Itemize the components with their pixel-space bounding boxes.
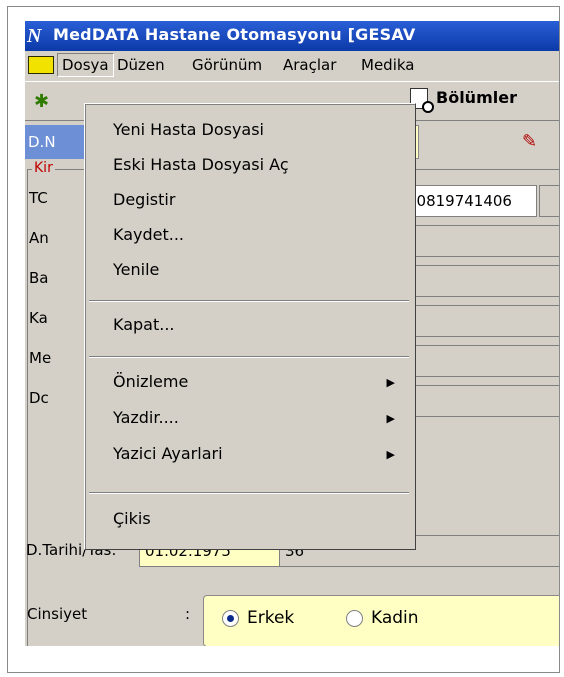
- app-logo-icon: N: [27, 25, 42, 47]
- tc-label: TC: [29, 189, 48, 207]
- radio-kadin[interactable]: Kadin: [346, 608, 419, 628]
- menu-item-kaydet[interactable]: Kaydet...: [113, 225, 184, 244]
- bolumler-button[interactable]: Bölümler: [410, 88, 517, 113]
- menu-duzen[interactable]: Düzen: [117, 56, 165, 74]
- menu-separator: [89, 300, 409, 302]
- app-window: N MedDATA Hastane Otomasyonu [GESAV Dosy…: [25, 21, 559, 646]
- row-label-ka: Ka: [29, 309, 48, 327]
- menu-dosya[interactable]: Dosya: [57, 53, 114, 77]
- menu-bar: Dosya Düzen Görünüm Araçlar Medika: [25, 52, 559, 78]
- tc-field[interactable]: 20819741406: [401, 185, 537, 217]
- title-bar: N MedDATA Hastane Otomasyonu [GESAV: [25, 21, 559, 51]
- menu-separator: [89, 356, 409, 358]
- menu-item-degistir[interactable]: Degistir: [113, 190, 175, 209]
- menu-medika[interactable]: Medika: [361, 56, 414, 74]
- new-record-icon[interactable]: ✱: [34, 91, 49, 112]
- tc-value: 20819741406: [407, 192, 512, 210]
- group-title: Kir: [32, 160, 55, 176]
- gender-radio-group: Erkek Kadin: [203, 595, 559, 646]
- submenu-arrow-icon: ▶: [386, 376, 395, 389]
- radio-erkek[interactable]: Erkek: [222, 608, 294, 628]
- menu-separator: [89, 492, 409, 494]
- row-field-an[interactable]: [401, 225, 559, 257]
- radio-selected-icon: [222, 609, 239, 627]
- bolumler-label: Bölümler: [436, 88, 517, 107]
- menu-item-onizleme[interactable]: Önizleme: [113, 372, 188, 391]
- radio-empty-icon: [346, 609, 363, 627]
- row-label-an: An: [29, 229, 49, 247]
- row-field-ba[interactable]: [401, 265, 559, 297]
- menu-item-cikis[interactable]: Çikis: [113, 509, 151, 528]
- radio-kadin-label: Kadin: [371, 608, 419, 628]
- menu-item-eski-hasta[interactable]: Eski Hasta Dosyasi Aç: [113, 155, 289, 174]
- menu-araclar[interactable]: Araçlar: [283, 56, 336, 74]
- window-title: MedDATA Hastane Otomasyonu [GESAV: [53, 25, 416, 44]
- radio-erkek-label: Erkek: [247, 608, 295, 628]
- menu-item-yazdir[interactable]: Yazdir....: [113, 408, 179, 427]
- gender-colon: :: [185, 605, 191, 623]
- menu-item-yazici-ayarlari[interactable]: Yazici Ayarlari: [113, 444, 223, 463]
- row-label-ba: Ba: [29, 269, 49, 287]
- menu-item-yeni-hasta[interactable]: Yeni Hasta Dosyasi: [113, 120, 264, 139]
- row-label-me: Me: [29, 349, 52, 367]
- system-menu-icon[interactable]: [28, 56, 54, 74]
- menu-item-kapat[interactable]: Kapat...: [113, 315, 175, 334]
- submenu-arrow-icon: ▶: [386, 448, 395, 461]
- row-field-ka[interactable]: [401, 305, 559, 337]
- submenu-arrow-icon: ▶: [386, 412, 395, 425]
- row-field-me[interactable]: [401, 345, 559, 377]
- screenshot-frame: N MedDATA Hastane Otomasyonu [GESAV Dosy…: [7, 6, 560, 673]
- menu-gorunum[interactable]: Görünüm: [192, 56, 262, 74]
- row-label-dc: Dc: [29, 389, 49, 407]
- search-tool-icon[interactable]: ✎: [522, 131, 537, 152]
- gender-label: Cinsiyet: [27, 605, 88, 623]
- dosya-no-label: D.N: [25, 125, 88, 159]
- dosya-dropdown-menu: Yeni Hasta Dosyasi Eski Hasta Dosyasi Aç…: [84, 103, 416, 550]
- menu-item-yenile[interactable]: Yenile: [113, 260, 159, 279]
- row-field-dc[interactable]: [401, 385, 559, 417]
- tc-lookup-button[interactable]: [539, 185, 559, 217]
